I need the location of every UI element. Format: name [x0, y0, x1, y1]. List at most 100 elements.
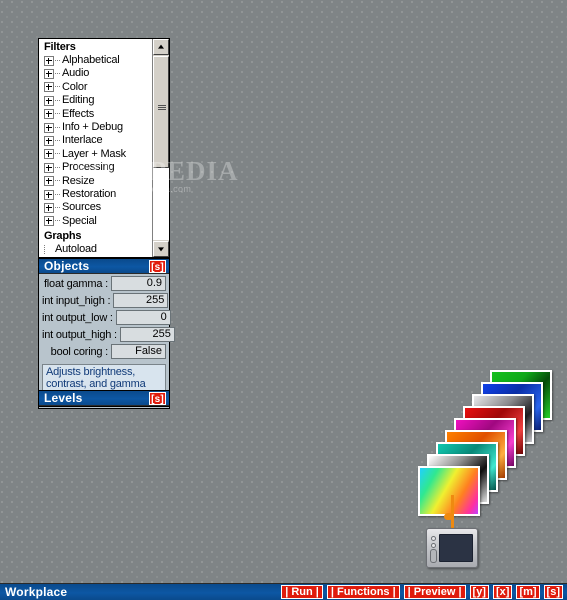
s-button[interactable]: [s]	[543, 585, 563, 599]
thumbnail-rainbow[interactable]	[418, 466, 480, 516]
property-row[interactable]: bool coring : False	[42, 344, 166, 359]
x-button[interactable]: [x]	[492, 585, 513, 599]
filter-category-editing[interactable]: Editing	[39, 94, 153, 107]
property-label: float gamma :	[43, 277, 108, 290]
expand-plus-icon[interactable]	[44, 82, 54, 93]
filter-category-label: Editing	[62, 94, 95, 107]
filter-category-label: Processing	[62, 161, 115, 174]
tree-connector-icon	[55, 153, 60, 155]
graphs-tree-items[interactable]: Autoload	[39, 243, 153, 256]
tree-connector-icon	[55, 180, 60, 182]
filter-category-effects[interactable]: Effects	[39, 108, 153, 121]
scroll-down-arrow-icon	[158, 247, 164, 252]
scrollbar-track[interactable]	[153, 168, 169, 240]
filter-category-label: Resize	[62, 174, 95, 187]
filter-category-audio[interactable]: Audio	[39, 67, 153, 80]
status-bar[interactable]: Workplace | Run | | Functions | | Preview …	[0, 583, 567, 600]
monitor-speaker-icon	[430, 549, 437, 563]
objects-panel-titlebar[interactable]: Objects [s]	[39, 259, 169, 274]
expand-plus-icon[interactable]	[44, 149, 54, 160]
levels-panel-s-button[interactable]: [s]	[149, 392, 166, 405]
filter-category-info-debug[interactable]: Info + Debug	[39, 121, 153, 134]
scrollbar-thumb[interactable]	[153, 56, 169, 168]
property-value-field[interactable]: 0.9	[111, 276, 166, 291]
status-bar-buttons[interactable]: | Run | | Functions | | Preview | [y] [x] [m]…	[281, 585, 567, 599]
filter-category-interlace[interactable]: Interlace	[39, 134, 153, 147]
tree-connector-icon	[55, 140, 60, 142]
property-row[interactable]: int input_high :255	[42, 293, 169, 308]
expand-plus-icon[interactable]	[44, 69, 54, 80]
scrollbar-grip-icon	[158, 105, 166, 111]
expand-plus-icon[interactable]	[44, 95, 54, 106]
expand-plus-icon[interactable]	[44, 216, 54, 227]
filter-category-special[interactable]: Special	[39, 215, 153, 228]
filter-category-label: Alphabetical	[62, 54, 120, 66]
filter-category-label: Interlace	[62, 134, 103, 147]
filter-category-color[interactable]: Color	[39, 81, 153, 94]
filter-category-sources[interactable]: Sources	[39, 201, 153, 214]
property-label: int output_high :	[42, 328, 117, 341]
tree-connector-icon	[55, 73, 60, 75]
graph-item-label: Autoload	[55, 243, 97, 256]
property-value-field[interactable]: 0	[115, 310, 171, 325]
objects-panel-title: Objects	[44, 259, 90, 273]
expand-plus-icon[interactable]	[44, 136, 54, 147]
property-value-field[interactable]: 255	[119, 327, 175, 342]
filters-tree[interactable]: Filters Alphabetical Audio Color Editing Eff…	[39, 39, 153, 257]
functions-button[interactable]: | Functions |	[326, 585, 400, 599]
object-properties-list[interactable]: float gamma :0.9 int input_high :255 int o…	[39, 274, 175, 363]
expand-plus-icon[interactable]	[44, 109, 54, 120]
graph-item-autoload[interactable]: Autoload	[39, 243, 153, 256]
filter-category-restoration[interactable]: Restoration	[39, 188, 153, 201]
tree-connector-icon	[55, 99, 60, 102]
filters-panel[interactable]: Filters Alphabetical Audio Color Editing Eff…	[38, 38, 170, 258]
tree-connector-icon	[55, 86, 60, 88]
scroll-down-button[interactable]	[153, 241, 169, 257]
filter-category-label: Audio	[62, 67, 90, 80]
filter-category-processing[interactable]: Processing	[39, 161, 153, 174]
levels-panel[interactable]: Levels [s]	[38, 390, 170, 407]
property-row[interactable]: int output_low :0	[42, 310, 171, 325]
expand-plus-icon[interactable]	[44, 122, 54, 133]
m-button[interactable]: [m]	[516, 585, 540, 599]
tree-connector-icon	[55, 113, 60, 115]
property-label: int input_high :	[42, 294, 111, 307]
tree-connector-icon	[55, 220, 60, 222]
objects-panel[interactable]: Objects [s] float gamma :0.9 int input_hi…	[38, 258, 175, 409]
tree-connector-icon	[55, 126, 60, 129]
objects-panel-s-button[interactable]: [s]	[149, 260, 166, 273]
tree-connector-icon	[55, 206, 60, 209]
run-button[interactable]: | Run |	[281, 585, 323, 599]
property-row[interactable]: int output_high :255	[42, 327, 175, 342]
graph-connector-line	[451, 495, 454, 531]
expand-plus-icon[interactable]	[44, 189, 54, 200]
y-button[interactable]: [y]	[469, 585, 489, 599]
expand-plus-icon[interactable]	[44, 176, 54, 187]
tree-connector-icon	[55, 59, 60, 62]
property-value-field[interactable]: False	[111, 344, 166, 359]
scroll-up-arrow-icon	[158, 44, 164, 49]
filters-tree-items[interactable]: Alphabetical Audio Color Editing Effects Info…	[39, 54, 153, 228]
filters-tree-scrollbar[interactable]	[152, 39, 169, 257]
expand-plus-icon[interactable]	[44, 162, 54, 173]
monitor-knob-top-icon	[431, 536, 436, 541]
property-row[interactable]: float gamma :0.9	[42, 276, 166, 291]
expand-plus-icon[interactable]	[44, 55, 54, 66]
filter-category-resize[interactable]: Resize	[39, 175, 153, 188]
monitor-preview-icon[interactable]	[426, 528, 478, 568]
property-value-field[interactable]: 255	[113, 293, 169, 308]
tree-connector-icon	[44, 245, 53, 255]
filter-category-layer-mask[interactable]: Layer + Mask	[39, 148, 153, 161]
workplace-label: Workplace	[5, 585, 68, 599]
filter-category-label: Layer + Mask	[62, 147, 126, 160]
filter-category-label: Sources	[62, 201, 101, 214]
tree-connector-icon	[55, 193, 60, 196]
preview-button[interactable]: | Preview |	[403, 585, 466, 599]
filter-category-alphabetical[interactable]: Alphabetical	[39, 54, 153, 67]
expand-plus-icon[interactable]	[44, 202, 54, 213]
scroll-up-button[interactable]	[153, 39, 169, 55]
levels-panel-titlebar[interactable]: Levels [s]	[39, 391, 169, 406]
property-label: int output_low :	[42, 311, 113, 324]
graphs-tree-header: Graphs	[44, 230, 82, 243]
filter-category-label: Color	[62, 80, 88, 93]
